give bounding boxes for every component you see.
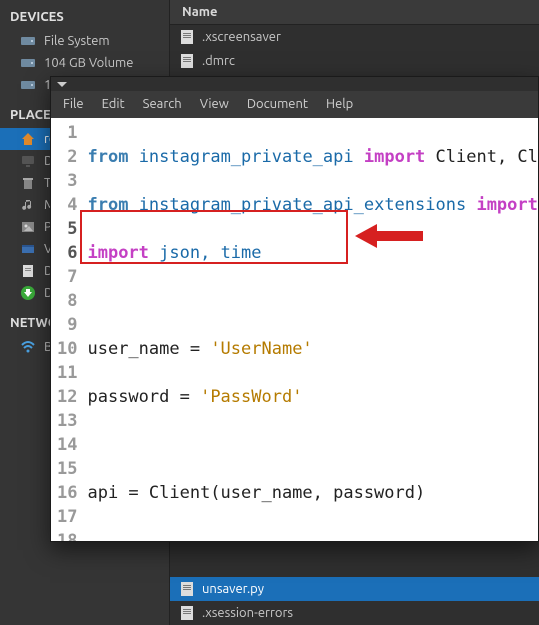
pictures-icon xyxy=(20,219,36,235)
text-file-icon xyxy=(178,580,196,598)
chevron-down-icon xyxy=(57,82,67,87)
devices-header: DEVICES xyxy=(0,6,169,30)
music-icon xyxy=(20,197,36,213)
menu-help[interactable]: Help xyxy=(318,94,361,114)
trash-icon xyxy=(20,175,36,191)
line-gutter: 1234 56 789101112 131415161718 xyxy=(51,118,85,541)
file-row[interactable]: .dmrc xyxy=(170,49,539,73)
menu-document[interactable]: Document xyxy=(239,94,316,114)
editor-body[interactable]: 1234 56 789101112 131415161718 from inst… xyxy=(51,118,538,541)
fm-column-header[interactable]: Name xyxy=(170,0,539,25)
menu-edit[interactable]: Edit xyxy=(94,94,133,114)
file-name: unsaver.py xyxy=(202,582,264,596)
editor-menubar: File Edit Search View Document Help xyxy=(51,91,538,118)
menu-view[interactable]: View xyxy=(192,94,237,114)
drive-icon xyxy=(20,55,36,71)
doc-icon xyxy=(20,263,36,279)
download-icon xyxy=(20,285,36,301)
editor-window: File Edit Search View Document Help 1234… xyxy=(50,76,539,542)
code-area[interactable]: from instagram_private_api import Client… xyxy=(85,118,538,541)
col-name: Name xyxy=(182,5,217,19)
editor-titlebar[interactable] xyxy=(51,77,538,91)
menu-search[interactable]: Search xyxy=(135,94,190,114)
file-row[interactable]: .xscreensaver xyxy=(170,25,539,49)
sidebar-item-volume[interactable]: 104 GB Volume xyxy=(0,52,169,74)
home-icon xyxy=(20,131,36,147)
drive-icon xyxy=(20,33,36,49)
sidebar-label: File System xyxy=(44,34,110,48)
menu-file[interactable]: File xyxy=(55,94,92,114)
sidebar-item-filesystem[interactable]: File System xyxy=(0,30,169,52)
text-file-icon xyxy=(178,28,196,46)
video-icon xyxy=(20,241,36,257)
drive-icon xyxy=(20,77,36,93)
sidebar-label: 104 GB Volume xyxy=(44,56,133,70)
file-name: .xsession-errors xyxy=(202,606,293,620)
desktop-icon xyxy=(20,153,36,169)
file-row[interactable]: .xsession-errors xyxy=(170,601,539,625)
text-file-icon xyxy=(178,52,196,70)
file-name: .xscreensaver xyxy=(202,30,281,44)
file-row[interactable]: unsaver.py xyxy=(170,577,539,601)
wifi-icon xyxy=(20,339,36,355)
text-file-icon xyxy=(178,604,196,622)
file-name: .dmrc xyxy=(202,54,235,68)
